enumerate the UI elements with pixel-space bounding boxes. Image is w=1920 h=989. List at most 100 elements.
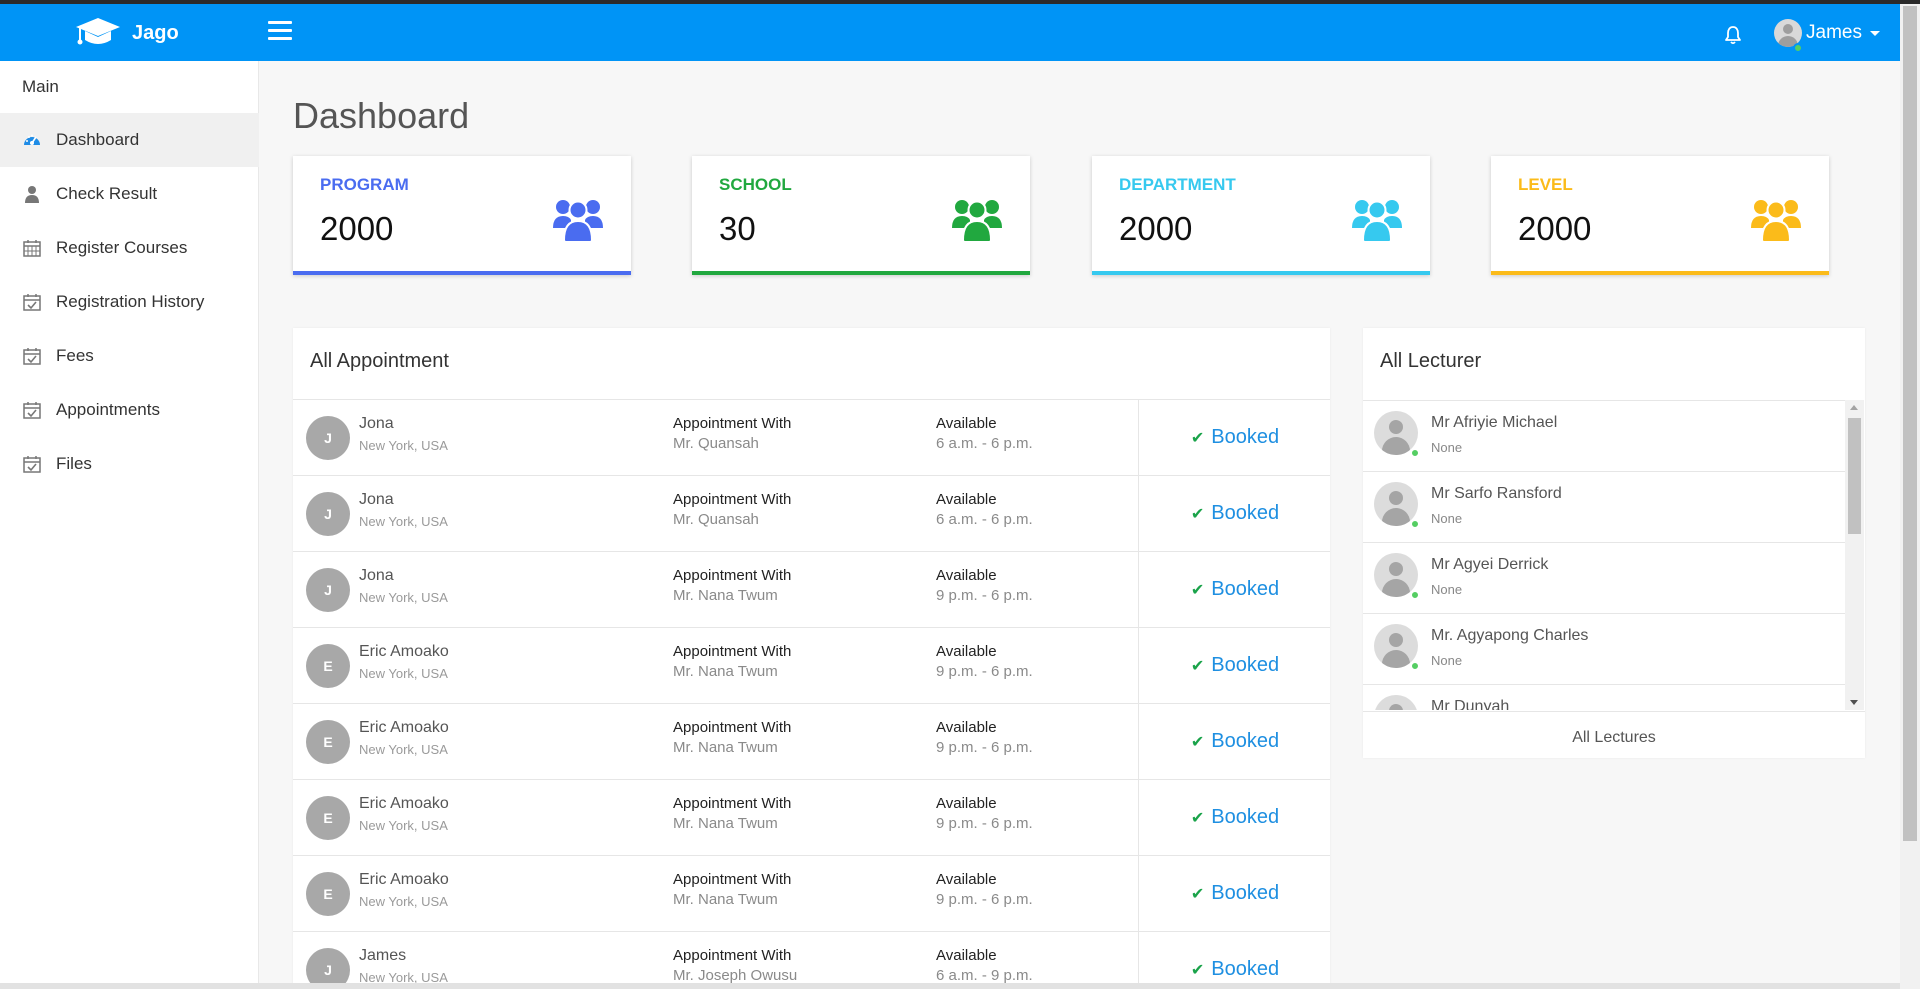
available-time: 6 a.m. - 9 p.m. xyxy=(936,967,1033,984)
appointment-with-label: Appointment With xyxy=(673,567,792,584)
sidebar-title: Main xyxy=(22,77,59,96)
users-icon xyxy=(1352,200,1402,242)
lecturer-list-item[interactable]: Mr Afriyie Michael None xyxy=(1363,401,1845,472)
lecturer-list-item[interactable]: Mr Agyei Derrick None xyxy=(1363,543,1845,614)
user-icon xyxy=(22,184,42,204)
page-scrollbar-thumb[interactable] xyxy=(1903,6,1917,841)
notification-bell-icon[interactable] xyxy=(1722,24,1744,46)
status-label: Booked xyxy=(1211,654,1280,676)
booked-status-button[interactable]: ✔ Booked xyxy=(1139,654,1330,677)
lecturer-list-scrollbar[interactable] xyxy=(1845,400,1864,710)
brand[interactable]: Jago xyxy=(74,16,179,50)
scroll-down-arrow-icon[interactable] xyxy=(1850,700,1858,705)
appointment-lecturer: Mr. Nana Twum xyxy=(673,891,778,908)
stat-accent-bar xyxy=(1092,271,1430,275)
calendar-check-icon xyxy=(22,292,42,312)
sidebar-item-label: Check Result xyxy=(56,184,158,203)
menu-toggle-button[interactable] xyxy=(268,21,292,43)
appointment-with-label: Appointment With xyxy=(673,719,792,736)
scrollbar-thumb[interactable] xyxy=(1848,418,1861,534)
check-icon: ✔ xyxy=(1190,505,1205,523)
avatar: E xyxy=(306,720,350,764)
booked-status-button[interactable]: ✔ Booked xyxy=(1139,426,1330,449)
stat-label: LEVEL xyxy=(1518,175,1573,194)
student-name: Eric Amoako xyxy=(359,643,449,660)
available-time: 9 p.m. - 6 p.m. xyxy=(936,739,1033,756)
scroll-up-arrow-icon[interactable] xyxy=(1850,405,1858,410)
lecturers-panel-title: All Lecturer xyxy=(1380,350,1482,372)
lecturer-name: Mr Sarfo Ransford xyxy=(1431,485,1562,502)
booked-status-button[interactable]: ✔ Booked xyxy=(1139,958,1330,981)
available-time: 9 p.m. - 6 p.m. xyxy=(936,815,1033,832)
sidebar-item-dashboard[interactable]: Dashboard xyxy=(0,113,259,167)
lecturer-subtitle: None xyxy=(1431,582,1463,597)
available-time: 6 a.m. - 6 p.m. xyxy=(936,435,1033,452)
status-label: Booked xyxy=(1211,882,1280,904)
appointment-row[interactable]: J Jona New York, USA Appointment With Mr. Qu… xyxy=(293,475,1330,551)
avatar: E xyxy=(306,872,350,916)
sidebar-item-registration-history[interactable]: Registration History xyxy=(0,275,259,329)
calendar-icon xyxy=(22,238,42,258)
booked-status-button[interactable]: ✔ Booked xyxy=(1139,882,1330,905)
sidebar-item-label: Files xyxy=(56,454,92,473)
sidebar-item-check-result[interactable]: Check Result xyxy=(0,167,259,221)
appointment-row[interactable]: E Eric Amoako New York, USA Appointment Wit… xyxy=(293,627,1330,703)
stat-accent-bar xyxy=(293,271,631,275)
status-cell: ✔ Booked xyxy=(1138,476,1330,551)
available-label: Available xyxy=(936,719,997,736)
available-label: Available xyxy=(936,795,997,812)
appointment-with-label: Appointment With xyxy=(673,415,792,432)
page-scrollbar[interactable] xyxy=(1900,4,1920,989)
stat-value: 2000 xyxy=(1119,210,1193,247)
check-icon: ✔ xyxy=(1190,961,1205,979)
avatar: J xyxy=(306,416,350,460)
sidebar-item-fees[interactable]: Fees xyxy=(0,329,259,383)
student-location: New York, USA xyxy=(359,514,448,529)
booked-status-button[interactable]: ✔ Booked xyxy=(1139,502,1330,525)
sidebar-item-appointments[interactable]: Appointments xyxy=(0,383,259,437)
sidebar-item-register-courses[interactable]: Register Courses xyxy=(0,221,259,275)
window-bottom-edge xyxy=(0,983,1900,989)
booked-status-button[interactable]: ✔ Booked xyxy=(1139,730,1330,753)
online-status-dot xyxy=(1410,519,1420,529)
user-menu[interactable]: James xyxy=(1774,19,1880,47)
appointment-row[interactable]: E Eric Amoako New York, USA Appointment Wit… xyxy=(293,855,1330,931)
appointment-with-label: Appointment With xyxy=(673,643,792,660)
sidebar-item-files[interactable]: Files xyxy=(0,437,259,491)
status-cell: ✔ Booked xyxy=(1138,780,1330,855)
stat-label: DEPARTMENT xyxy=(1119,175,1236,194)
lecturer-name: Mr Agyei Derrick xyxy=(1431,556,1549,573)
student-location: New York, USA xyxy=(359,894,448,909)
student-name: Eric Amoako xyxy=(359,795,449,812)
all-lectures-link[interactable]: All Lectures xyxy=(1363,711,1865,763)
status-label: Booked xyxy=(1211,806,1280,828)
booked-status-button[interactable]: ✔ Booked xyxy=(1139,806,1330,829)
status-label: Booked xyxy=(1211,958,1280,980)
lecturer-list-item[interactable]: Mr Dunyah xyxy=(1363,685,1845,710)
appointments-panel: All Appointment J Jona New York, USA Appoin… xyxy=(293,328,1330,989)
appointment-row[interactable]: E Eric Amoako New York, USA Appointment Wit… xyxy=(293,779,1330,855)
calendar-check-icon xyxy=(22,454,42,474)
appointment-row[interactable]: J Jona New York, USA Appointment With Mr. Na… xyxy=(293,551,1330,627)
online-status-dot xyxy=(1410,661,1420,671)
lecturer-list-item[interactable]: Mr Sarfo Ransford None xyxy=(1363,472,1845,543)
student-name: James xyxy=(359,947,407,964)
appointment-row[interactable]: J Jona New York, USA Appointment With Mr. Qu… xyxy=(293,399,1330,475)
booked-status-button[interactable]: ✔ Booked xyxy=(1139,578,1330,601)
student-name: Jona xyxy=(359,491,394,508)
lecturer-list[interactable]: Mr Afriyie Michael None Mr Sarfo Ransford N… xyxy=(1363,400,1845,710)
users-icon xyxy=(952,200,1002,242)
available-label: Available xyxy=(936,567,997,584)
appointment-row[interactable]: E Eric Amoako New York, USA Appointment Wit… xyxy=(293,703,1330,779)
stat-card-program: PROGRAM 2000 xyxy=(293,156,631,275)
avatar xyxy=(1374,695,1418,710)
student-name: Jona xyxy=(359,567,394,584)
check-icon: ✔ xyxy=(1190,429,1205,447)
available-label: Available xyxy=(936,415,997,432)
lecturer-name: Mr Dunyah xyxy=(1431,698,1510,710)
lecturer-list-item[interactable]: Mr. Agyapong Charles None xyxy=(1363,614,1845,685)
appointment-with-label: Appointment With xyxy=(673,795,792,812)
avatar: E xyxy=(306,644,350,688)
users-icon xyxy=(553,200,603,242)
appointment-row[interactable]: J James New York, USA Appointment With Mr. J… xyxy=(293,931,1330,989)
